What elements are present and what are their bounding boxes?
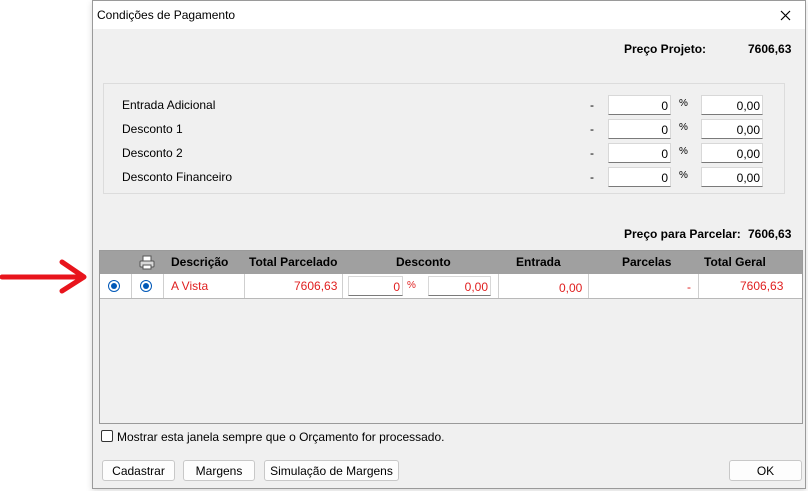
close-icon [780, 10, 790, 20]
cadastrar-button[interactable]: Cadastrar [102, 460, 175, 481]
row-print-radio[interactable] [140, 280, 152, 292]
entrada-adicional-label: Entrada Adicional [122, 98, 216, 112]
desconto-2-value-input[interactable]: 0,00 [701, 143, 763, 163]
discounts-group: Entrada Adicional - 0 % 0,00 Desconto 1 … [103, 83, 785, 194]
row-pct-sign: % [407, 280, 416, 291]
arrow-annotation-icon [0, 259, 87, 294]
desconto-financeiro-label: Desconto Financeiro [122, 170, 233, 184]
payment-conditions-dialog: Condições de Pagamento Preço Projeto: 76… [92, 0, 806, 489]
row-total-parcelado: 7606,63 [294, 279, 338, 293]
pct-sign: % [679, 98, 688, 109]
desconto-financeiro-value-input[interactable]: 0,00 [701, 167, 763, 187]
ok-button[interactable]: OK [729, 460, 802, 481]
row-desconto-pct-input[interactable]: 0 [348, 276, 403, 296]
row-entrada: 0,00 [559, 281, 583, 295]
printer-icon[interactable] [139, 255, 155, 270]
dash: - [590, 170, 594, 184]
payment-options-grid: Descrição Total Parcelado Desconto Entra… [99, 250, 803, 424]
entrada-adicional-pct-input[interactable]: 0 [608, 95, 671, 115]
close-button[interactable] [765, 1, 805, 29]
pct-sign: % [679, 146, 688, 157]
desconto-2-pct-input[interactable]: 0 [608, 143, 671, 163]
col-descricao[interactable]: Descrição [171, 255, 228, 269]
col-parcelas[interactable]: Parcelas [622, 255, 671, 269]
margens-button[interactable]: Margens [183, 460, 255, 481]
row-total-geral: 7606,63 [740, 279, 784, 293]
entrada-adicional-value-input[interactable]: 0,00 [701, 95, 763, 115]
grid-header: Descrição Total Parcelado Desconto Entra… [100, 251, 802, 274]
row-desconto-valor-input[interactable]: 0,00 [428, 276, 491, 296]
desconto-2-label: Desconto 2 [122, 146, 183, 160]
row-parcelas: - [687, 280, 691, 294]
desconto-financeiro-pct-input[interactable]: 0 [608, 167, 671, 187]
row-select-radio[interactable] [108, 280, 120, 292]
show-always-label[interactable]: Mostrar esta janela sempre que o Orçamen… [117, 430, 445, 444]
col-desconto[interactable]: Desconto [396, 255, 451, 269]
col-total-parcelado[interactable]: Total Parcelado [249, 255, 337, 269]
desconto-1-value-input[interactable]: 0,00 [701, 119, 763, 139]
preco-projeto-label: Preço Projeto: [624, 42, 707, 56]
col-total-geral[interactable]: Total Geral [704, 255, 766, 269]
dash: - [590, 146, 594, 160]
pct-sign: % [679, 170, 688, 181]
window-title: Condições de Pagamento [97, 8, 236, 22]
preco-projeto-value: 7606,63 [748, 42, 792, 56]
dash: - [590, 122, 594, 136]
dash: - [590, 98, 594, 112]
desconto-1-label: Desconto 1 [122, 122, 183, 136]
row-descricao: A Vista [171, 279, 209, 293]
pct-sign: % [679, 122, 688, 133]
show-always-checkbox[interactable] [101, 430, 113, 442]
table-row[interactable]: A Vista 7606,63 0 % 0,00 0,00 - 7606,63 [100, 274, 802, 299]
preco-parcelar-label: Preço para Parcelar: [624, 227, 741, 241]
col-entrada[interactable]: Entrada [516, 255, 561, 269]
simulacao-margens-button[interactable]: Simulação de Margens [264, 460, 399, 481]
title-bar: Condições de Pagamento [93, 1, 805, 29]
desconto-1-pct-input[interactable]: 0 [608, 119, 671, 139]
preco-parcelar-value: 7606,63 [748, 227, 792, 241]
